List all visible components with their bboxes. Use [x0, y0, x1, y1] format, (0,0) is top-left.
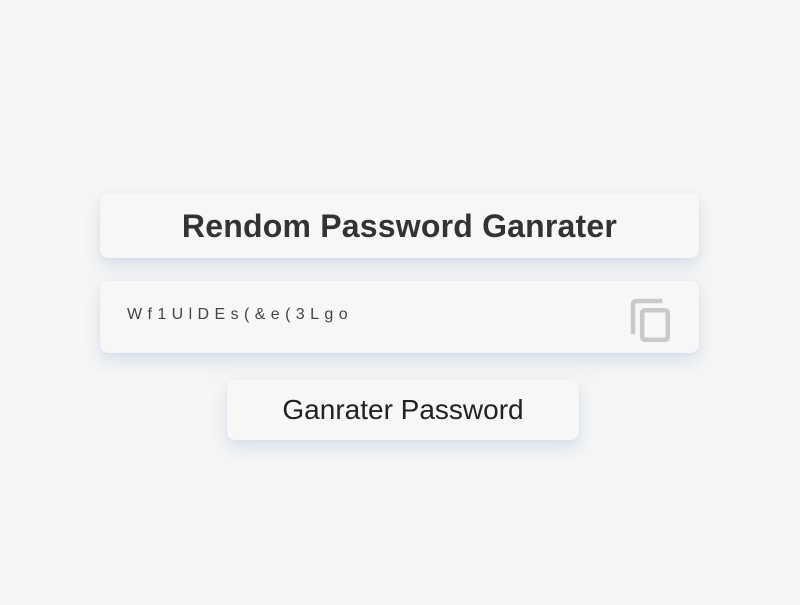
password-display: Wf1UlDEs(&e(3Lgo	[100, 281, 699, 353]
page-title: Rendom Password Ganrater	[181, 207, 618, 244]
copy-button[interactable]	[628, 297, 674, 343]
copy-icon	[630, 298, 670, 342]
password-value: Wf1UlDEs(&e(3Lgo	[127, 306, 354, 323]
generate-password-button[interactable]: Ganrater Password	[227, 380, 579, 440]
title-card: Rendom Password Ganrater	[100, 194, 699, 258]
